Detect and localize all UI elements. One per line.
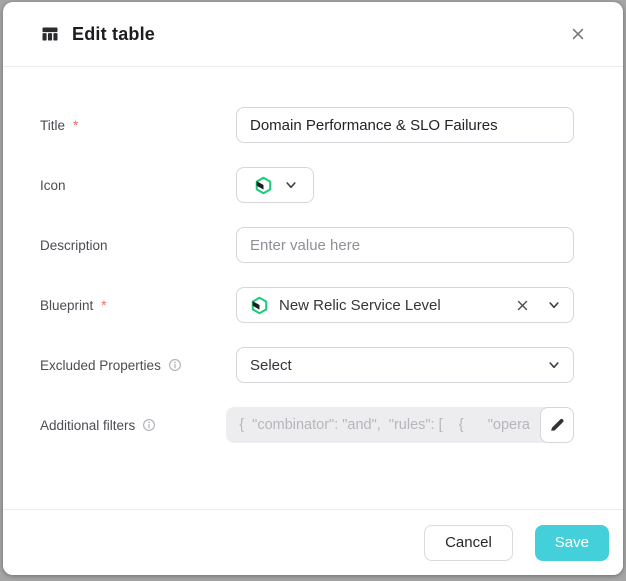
- modal-title: Edit table: [72, 24, 155, 45]
- blueprint-value: New Relic Service Level: [279, 297, 441, 314]
- new-relic-icon: [250, 296, 269, 315]
- field-row-description: Description: [40, 227, 574, 263]
- chevron-down-icon[interactable]: [548, 299, 560, 311]
- modal-header: Edit table: [3, 2, 623, 67]
- modal-footer: Cancel Save: [3, 509, 623, 575]
- blueprint-label: Blueprint*: [40, 298, 236, 313]
- close-icon: [570, 26, 586, 42]
- excluded-properties-placeholder: Select: [250, 357, 292, 374]
- additional-filters-label: Additional filters: [40, 418, 226, 433]
- clear-icon[interactable]: [516, 299, 529, 312]
- field-row-additional-filters: Additional filters { "combinator": "and"…: [40, 407, 574, 443]
- info-icon[interactable]: [142, 418, 156, 432]
- description-label: Description: [40, 238, 236, 253]
- title-input[interactable]: [236, 107, 574, 143]
- edit-table-form: Title* Icon: [3, 67, 623, 443]
- field-row-title: Title*: [40, 107, 574, 143]
- pencil-icon: [549, 417, 565, 433]
- excluded-properties-label: Excluded Properties: [40, 358, 236, 373]
- icon-dropdown[interactable]: [236, 167, 314, 203]
- required-mark: *: [101, 298, 106, 313]
- edit-filters-button[interactable]: [540, 407, 574, 443]
- field-row-excluded-properties: Excluded Properties Select: [40, 347, 574, 383]
- close-button[interactable]: [564, 20, 592, 48]
- required-mark: *: [73, 118, 78, 133]
- new-relic-icon: [254, 176, 273, 195]
- field-row-icon: Icon: [40, 167, 574, 203]
- excluded-properties-select[interactable]: Select: [236, 347, 574, 383]
- save-button[interactable]: Save: [535, 525, 609, 561]
- field-row-blueprint: Blueprint* New Relic Service Level: [40, 287, 574, 323]
- edit-table-modal: Edit table Title* Icon: [3, 2, 623, 575]
- blueprint-select[interactable]: New Relic Service Level: [236, 287, 574, 323]
- additional-filters-preview: { "combinator": "and", "rules": [ { "ope…: [226, 407, 574, 443]
- additional-filters-value: { "combinator": "and", "rules": [ { "ope…: [239, 417, 530, 433]
- icon-label: Icon: [40, 178, 236, 193]
- info-icon[interactable]: [168, 358, 182, 372]
- title-label: Title*: [40, 118, 236, 133]
- chevron-down-icon[interactable]: [548, 359, 560, 371]
- description-input[interactable]: [236, 227, 574, 263]
- chevron-down-icon: [285, 179, 297, 191]
- cancel-button[interactable]: Cancel: [424, 525, 513, 561]
- table-icon: [40, 24, 60, 44]
